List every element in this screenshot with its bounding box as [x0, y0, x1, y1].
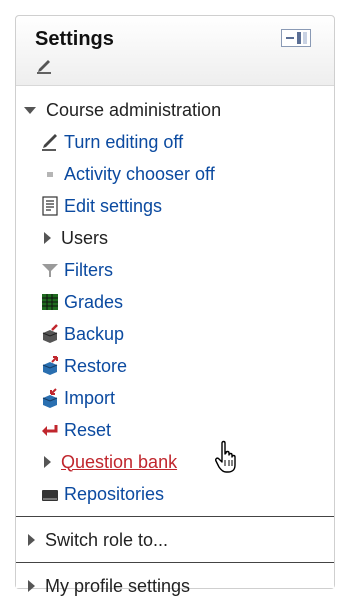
turn-editing-off-label: Turn editing off	[64, 131, 184, 152]
edit-settings-label: Edit settings	[64, 195, 163, 216]
turn-editing-off-link[interactable]: Turn editing off	[40, 128, 183, 156]
dock-block-icon[interactable]	[281, 29, 311, 47]
expand-arrow-icon	[28, 580, 35, 592]
import-label: Import	[64, 387, 116, 408]
switch-role-node[interactable]: Switch role to...	[28, 526, 168, 554]
repository-drive-icon	[42, 490, 58, 501]
switch-role-label: Switch role to...	[45, 529, 169, 550]
restore-link[interactable]: Restore	[40, 352, 127, 380]
bullet-icon	[47, 172, 53, 177]
collapse-arrow-icon	[24, 106, 36, 114]
backup-box-icon	[42, 324, 58, 343]
pencil-icon	[42, 134, 57, 151]
filters-label: Filters	[64, 259, 113, 280]
reset-label: Reset	[64, 419, 112, 440]
question-bank-link[interactable]: Question bank	[61, 452, 177, 473]
dock-icon-graphic	[286, 32, 307, 44]
grades-link[interactable]: Grades	[40, 288, 123, 316]
users-node[interactable]: Users	[44, 224, 108, 252]
expand-arrow-icon	[28, 534, 35, 546]
expand-arrow-icon	[44, 232, 51, 244]
settings-block: Settings Course administration Turn edit…	[15, 15, 335, 596]
restore-box-icon	[42, 356, 58, 375]
import-box-icon	[42, 388, 58, 408]
course-administration-node[interactable]: Course administration	[24, 96, 221, 124]
expand-arrow-icon	[44, 456, 51, 468]
reset-link[interactable]: Reset	[40, 416, 111, 444]
repositories-label: Repositories	[64, 483, 165, 504]
block-title: Settings	[35, 28, 114, 50]
activity-chooser-off-label: Activity chooser off	[64, 163, 215, 184]
grades-grid-icon	[42, 294, 58, 310]
grades-label: Grades	[64, 291, 124, 312]
my-profile-settings-node[interactable]: My profile settings	[28, 572, 190, 600]
block-header: Settings	[16, 16, 334, 86]
filter-funnel-icon	[42, 264, 58, 277]
block-content: Course administration Turn editing off A…	[16, 86, 334, 596]
reset-arrow-icon	[42, 425, 58, 436]
backup-label: Backup	[64, 323, 125, 344]
edit-settings-link[interactable]: Edit settings	[40, 192, 162, 220]
users-label: Users	[61, 227, 109, 248]
question-bank-node[interactable]: Question bank	[44, 448, 177, 476]
separator	[16, 516, 334, 517]
pencil-icon[interactable]	[36, 58, 52, 74]
filters-link[interactable]: Filters	[40, 256, 113, 284]
repositories-link[interactable]: Repositories	[40, 480, 164, 508]
backup-link[interactable]: Backup	[40, 320, 124, 348]
separator	[16, 562, 334, 563]
activity-chooser-off-link[interactable]: Activity chooser off	[40, 160, 215, 188]
my-profile-settings-label: My profile settings	[45, 575, 191, 596]
restore-label: Restore	[64, 355, 128, 376]
import-link[interactable]: Import	[40, 384, 115, 412]
document-icon	[42, 196, 58, 216]
hand-cursor-icon	[215, 440, 236, 473]
course-administration-label: Course administration	[46, 99, 222, 120]
